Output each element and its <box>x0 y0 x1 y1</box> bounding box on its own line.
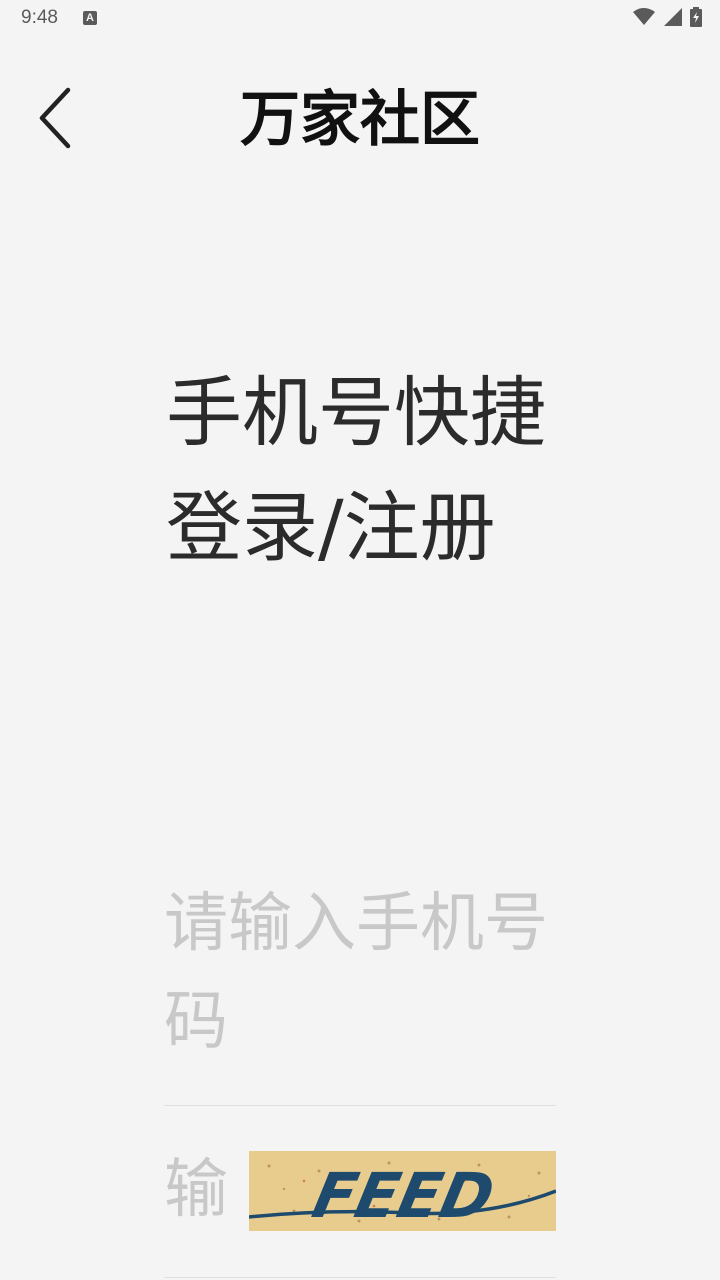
phone-input[interactable] <box>164 875 554 1075</box>
status-time: 9:48 <box>21 7 58 28</box>
divider <box>164 1105 556 1106</box>
status-icons <box>630 6 702 28</box>
status-bar: 9:48 A <box>0 0 720 36</box>
captcha-row: FEED <box>164 1140 556 1240</box>
login-heading: 手机号快捷登录/注册 <box>166 368 546 572</box>
page-title: 万家社区 <box>240 85 480 155</box>
signal-icon <box>663 7 682 26</box>
captcha-text: FEED <box>307 1160 501 1231</box>
divider <box>164 1277 556 1278</box>
captcha-graphic: FEED <box>249 1160 556 1231</box>
header: 万家社区 <box>0 60 720 180</box>
wifi-icon <box>633 7 656 25</box>
battery-icon <box>690 6 702 27</box>
captcha-input[interactable] <box>164 1140 244 1240</box>
notification-a-icon: A <box>83 11 97 25</box>
captcha-image[interactable]: FEED <box>249 1151 556 1231</box>
